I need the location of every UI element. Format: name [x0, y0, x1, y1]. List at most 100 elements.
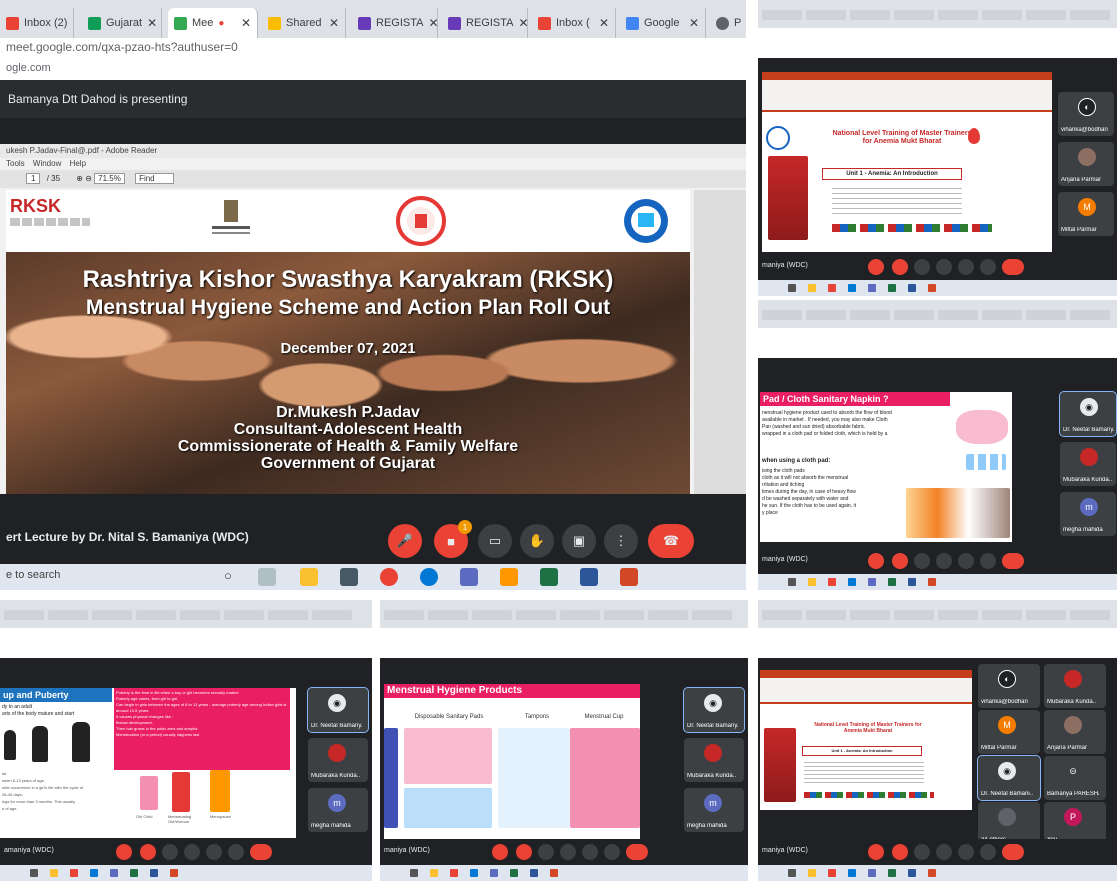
taskbar-search[interactable]: e to search	[6, 569, 60, 581]
participant-tile[interactable]: Mubaraka Kunda..	[1044, 664, 1106, 708]
taskbar-icon[interactable]	[530, 869, 538, 877]
more-options-icon[interactable]	[980, 259, 996, 275]
tab-item[interactable]	[604, 610, 644, 620]
task-view-icon[interactable]	[258, 568, 276, 586]
participant-tile[interactable]: Anjana Parmar	[1044, 710, 1106, 754]
tab-item[interactable]	[136, 610, 176, 620]
participant-tile[interactable]: ⊝ Bamanya PARESHA BHIMA	[1044, 756, 1106, 800]
tab-item[interactable]	[560, 610, 600, 620]
raise-hand-icon[interactable]	[184, 844, 200, 860]
taskbar-icon[interactable]	[908, 284, 916, 292]
zoom-out-icon[interactable]: ⊖	[85, 174, 92, 183]
present-screen-icon[interactable]	[958, 844, 974, 860]
camera-off-icon[interactable]	[516, 844, 532, 860]
tab-item[interactable]	[180, 610, 220, 620]
taskbar-icon[interactable]	[788, 284, 796, 292]
participant-tile[interactable]: M Mittal Parmar	[1058, 192, 1114, 236]
tab-item[interactable]	[384, 610, 424, 620]
address-bar[interactable]	[758, 28, 1117, 58]
tab-meet[interactable]: Mee ● ✕	[168, 8, 258, 38]
taskbar-icon[interactable]	[50, 869, 58, 877]
taskbar-icon[interactable]	[808, 284, 816, 292]
participant-tile[interactable]: ◐ viharika@bodhari	[978, 664, 1040, 708]
tab-item[interactable]	[92, 610, 132, 620]
taskbar-icon[interactable]	[808, 869, 816, 877]
participant-tile[interactable]: Mubaraka Kunda..	[684, 738, 744, 782]
tab-item[interactable]	[894, 10, 934, 20]
captions-icon[interactable]	[914, 553, 930, 569]
close-icon[interactable]: ✕	[147, 16, 157, 30]
participant-tile[interactable]: ◉ Dr. Neetal Bamani..	[977, 755, 1041, 801]
taskbar-icon[interactable]	[410, 869, 418, 877]
close-icon[interactable]: ✕	[599, 16, 609, 30]
tab-item[interactable]	[1070, 310, 1110, 320]
raise-hand-icon[interactable]	[936, 553, 952, 569]
tab-item[interactable]	[1026, 610, 1066, 620]
tab-item[interactable]	[1070, 10, 1110, 20]
tab-inbox[interactable]: Inbox (2) ✕	[0, 8, 74, 38]
tab-item[interactable]	[806, 310, 846, 320]
tab-item[interactable]	[894, 610, 934, 620]
apps-icon[interactable]	[500, 568, 518, 586]
close-icon[interactable]: ✕	[241, 16, 251, 30]
taskbar-icon[interactable]	[848, 578, 856, 586]
tab-item[interactable]	[982, 310, 1022, 320]
taskbar-icon[interactable]	[550, 869, 558, 877]
taskbar-icon[interactable]	[788, 869, 796, 877]
tab-item[interactable]	[850, 610, 890, 620]
end-call-button[interactable]	[1002, 553, 1024, 569]
captions-icon[interactable]	[914, 844, 930, 860]
url-text[interactable]: meet.google.com/qxa-pzao-hts?authuser=0	[6, 40, 238, 54]
address-bar[interactable]	[758, 328, 1117, 358]
present-screen-icon[interactable]: ▣	[562, 524, 596, 558]
tab-item[interactable]	[4, 610, 44, 620]
close-icon[interactable]: ✕	[428, 16, 437, 30]
participant-tile[interactable]: Mubaraka Kunda..	[1060, 442, 1116, 486]
more-options-icon[interactable]	[604, 844, 620, 860]
taskbar-icon[interactable]	[888, 869, 896, 877]
tab-item[interactable]	[1070, 610, 1110, 620]
taskbar-icon[interactable]	[868, 578, 876, 586]
pdf-scroll-area[interactable]	[694, 190, 746, 494]
participant-tile[interactable]: m megha mahida	[308, 788, 368, 832]
tab-item[interactable]	[312, 610, 352, 620]
taskbar-icon[interactable]	[510, 869, 518, 877]
tab-item[interactable]	[938, 610, 978, 620]
taskbar-icon[interactable]	[888, 284, 896, 292]
mic-off-icon[interactable]: 🎤	[388, 524, 422, 558]
tab-item[interactable]	[894, 310, 934, 320]
raise-hand-icon[interactable]: ✋	[520, 524, 554, 558]
tab-item[interactable]	[1026, 10, 1066, 20]
end-call-button[interactable]	[626, 844, 648, 860]
excel-icon[interactable]	[540, 568, 558, 586]
tab-inbox-2[interactable]: Inbox (✕	[532, 8, 616, 38]
participant-tile[interactable]: m megha mahida	[684, 788, 744, 832]
end-call-button[interactable]	[1002, 259, 1024, 275]
tab-item[interactable]	[516, 610, 556, 620]
tab-item[interactable]	[224, 610, 264, 620]
mic-off-icon[interactable]	[492, 844, 508, 860]
tab-item[interactable]	[268, 610, 308, 620]
camera-off-icon[interactable]	[892, 259, 908, 275]
address-bar[interactable]	[380, 628, 748, 658]
tab-item[interactable]	[850, 310, 890, 320]
present-screen-icon[interactable]	[582, 844, 598, 860]
page-input[interactable]: 1	[26, 173, 41, 184]
taskbar-icon[interactable]	[30, 869, 38, 877]
zoom-level[interactable]: 71.5%	[94, 173, 125, 184]
present-screen-icon[interactable]	[206, 844, 222, 860]
tab-item[interactable]	[982, 10, 1022, 20]
raise-hand-icon[interactable]	[936, 259, 952, 275]
taskbar-icon[interactable]	[828, 284, 836, 292]
taskbar-icon[interactable]	[788, 578, 796, 586]
tab-registration-1[interactable]: REGISTA ✕	[352, 8, 438, 38]
taskbar-icon[interactable]	[928, 284, 936, 292]
close-icon[interactable]: ✕	[689, 16, 699, 30]
tab-item[interactable]	[48, 610, 88, 620]
participant-tile[interactable]: ◉ Dr. Neetal Bamany..	[683, 687, 745, 733]
captions-icon[interactable]	[914, 259, 930, 275]
captions-icon[interactable]: ▭	[478, 524, 512, 558]
close-icon[interactable]: ✕	[329, 16, 339, 30]
file-explorer-icon[interactable]	[300, 568, 318, 586]
chrome-icon[interactable]	[380, 568, 398, 586]
